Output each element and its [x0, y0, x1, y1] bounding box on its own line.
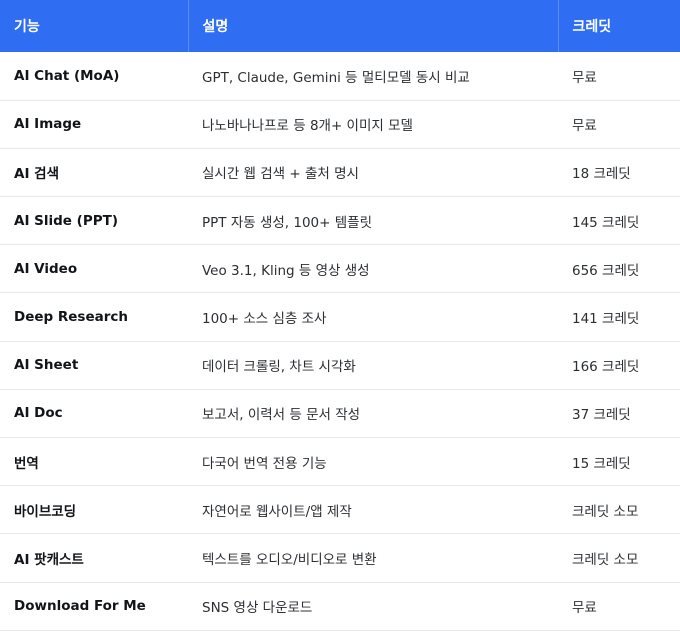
table-row: AI 팟캐스트 텍스트를 오디오/비디오로 변환 크레딧 소모 — [0, 533, 680, 583]
table-row: AI Slide (PPT) PPT 자동 생성, 100+ 템플릿 145 크… — [0, 196, 680, 246]
credits-cell: 145 크레딧 — [558, 196, 680, 246]
feature-cell: AI Doc — [0, 389, 188, 439]
table-body: AI Chat (MoA) GPT, Claude, Gemini 등 멀티모델… — [0, 52, 680, 631]
table-row: AI Doc 보고서, 이력서 등 문서 작성 37 크레딧 — [0, 389, 680, 439]
credits-cell: 무료 — [558, 100, 680, 149]
table-row: Deep Research 100+ 소스 심층 조사 141 크레딧 — [0, 292, 680, 342]
description-cell: 다국어 번역 전용 기능 — [188, 437, 558, 487]
credits-cell: 크레딧 소모 — [558, 533, 680, 583]
description-cell: SNS 영상 다운로드 — [188, 582, 558, 631]
credits-cell: 15 크레딧 — [558, 437, 680, 487]
feature-cell: AI Slide (PPT) — [0, 196, 188, 246]
table-row: AI Video Veo 3.1, Kling 등 영상 생성 656 크레딧 — [0, 244, 680, 294]
credits-cell: 크레딧 소모 — [558, 485, 680, 535]
description-cell: Veo 3.1, Kling 등 영상 생성 — [188, 244, 558, 294]
header-credits: 크레딧 — [558, 0, 680, 52]
table-row: 번역 다국어 번역 전용 기능 15 크레딧 — [0, 437, 680, 487]
credits-cell: 무료 — [558, 52, 680, 101]
credits-cell: 166 크레딧 — [558, 341, 680, 390]
table-row: AI Image 나노바나나프로 등 8개+ 이미지 모델 무료 — [0, 100, 680, 149]
description-cell: 100+ 소스 심층 조사 — [188, 292, 558, 342]
feature-cell: AI Video — [0, 244, 188, 294]
description-cell: 실시간 웹 검색 + 출처 명시 — [188, 148, 558, 198]
feature-cell: AI Image — [0, 100, 188, 149]
description-cell: PPT 자동 생성, 100+ 템플릿 — [188, 196, 558, 246]
credits-cell: 656 크레딧 — [558, 244, 680, 294]
header-feature: 기능 — [0, 0, 189, 52]
description-cell: GPT, Claude, Gemini 등 멀티모델 동시 비교 — [188, 52, 558, 101]
description-cell: 데이터 크롤링, 차트 시각화 — [188, 341, 558, 390]
feature-cell: 번역 — [0, 437, 188, 487]
table-row: AI Chat (MoA) GPT, Claude, Gemini 등 멀티모델… — [0, 52, 680, 101]
feature-cell: AI 팟캐스트 — [0, 533, 188, 583]
feature-cell: AI 검색 — [0, 148, 188, 198]
credits-cell: 37 크레딧 — [558, 389, 680, 439]
table-row: 바이브코딩 자연어로 웹사이트/앱 제작 크레딧 소모 — [0, 485, 680, 535]
table-row: Download For Me SNS 영상 다운로드 무료 — [0, 582, 680, 631]
description-cell: 텍스트를 오디오/비디오로 변환 — [188, 533, 558, 583]
description-cell: 나노바나나프로 등 8개+ 이미지 모델 — [188, 100, 558, 149]
credits-cell: 무료 — [558, 582, 680, 631]
feature-table: 기능 설명 크레딧 AI Chat (MoA) GPT, Claude, Gem… — [0, 0, 680, 631]
header-description: 설명 — [188, 0, 559, 52]
table-header: 기능 설명 크레딧 — [0, 0, 680, 52]
description-cell: 자연어로 웹사이트/앱 제작 — [188, 485, 558, 535]
header-row: 기능 설명 크레딧 — [0, 0, 680, 52]
table-row: AI 검색 실시간 웹 검색 + 출처 명시 18 크레딧 — [0, 148, 680, 198]
feature-cell: Deep Research — [0, 292, 188, 342]
feature-cell: 바이브코딩 — [0, 485, 188, 535]
table-row: AI Sheet 데이터 크롤링, 차트 시각화 166 크레딧 — [0, 341, 680, 390]
feature-cell: AI Chat (MoA) — [0, 52, 188, 101]
credits-cell: 18 크레딧 — [558, 148, 680, 198]
feature-cell: Download For Me — [0, 582, 188, 631]
description-cell: 보고서, 이력서 등 문서 작성 — [188, 389, 558, 439]
feature-cell: AI Sheet — [0, 341, 188, 390]
credits-cell: 141 크레딧 — [558, 292, 680, 342]
